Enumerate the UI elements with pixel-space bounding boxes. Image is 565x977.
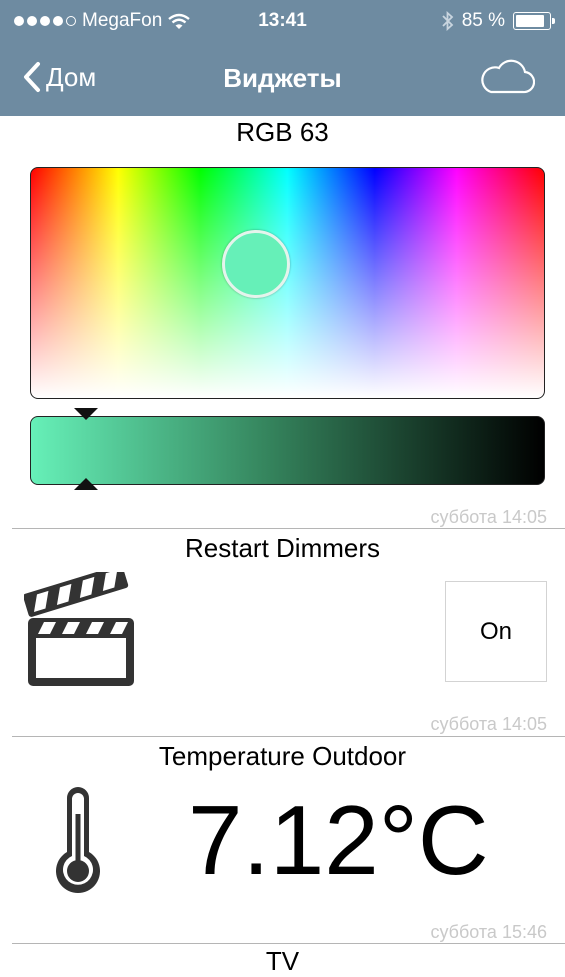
bluetooth-icon xyxy=(442,11,453,31)
tv-widget-title: TV xyxy=(265,946,300,976)
divider xyxy=(12,943,565,944)
on-button[interactable]: On xyxy=(445,581,547,682)
status-bar: MegaFon 13:41 85 % xyxy=(0,0,565,44)
battery-icon xyxy=(513,12,555,30)
divider xyxy=(12,736,565,737)
battery-percent: 85 % xyxy=(461,10,505,31)
rgb-widget-title: RGB 63 xyxy=(236,117,329,147)
color-picker-knob[interactable] xyxy=(222,230,290,298)
color-spectrum[interactable] xyxy=(30,167,545,399)
navigation-bar: MegaFon 13:41 85 % Дом Виджеты xyxy=(0,0,565,116)
temperature-timestamp: суббота 15:46 xyxy=(430,922,547,942)
brightness-handle-bottom-icon[interactable] xyxy=(73,478,99,490)
rgb-timestamp: суббота 14:05 xyxy=(430,507,547,527)
cloud-icon[interactable] xyxy=(479,56,535,96)
restart-widget-title: Restart Dimmers xyxy=(184,533,380,563)
temperature-value: 7.12°C xyxy=(188,785,489,895)
divider xyxy=(12,528,565,529)
brightness-slider[interactable] xyxy=(30,416,545,485)
clapperboard-icon xyxy=(24,572,134,686)
restart-timestamp: суббота 14:05 xyxy=(430,714,547,734)
brightness-handle-top-icon[interactable] xyxy=(73,408,99,420)
thermometer-icon xyxy=(56,787,101,894)
temperature-widget-title: Temperature Outdoor xyxy=(158,741,407,771)
